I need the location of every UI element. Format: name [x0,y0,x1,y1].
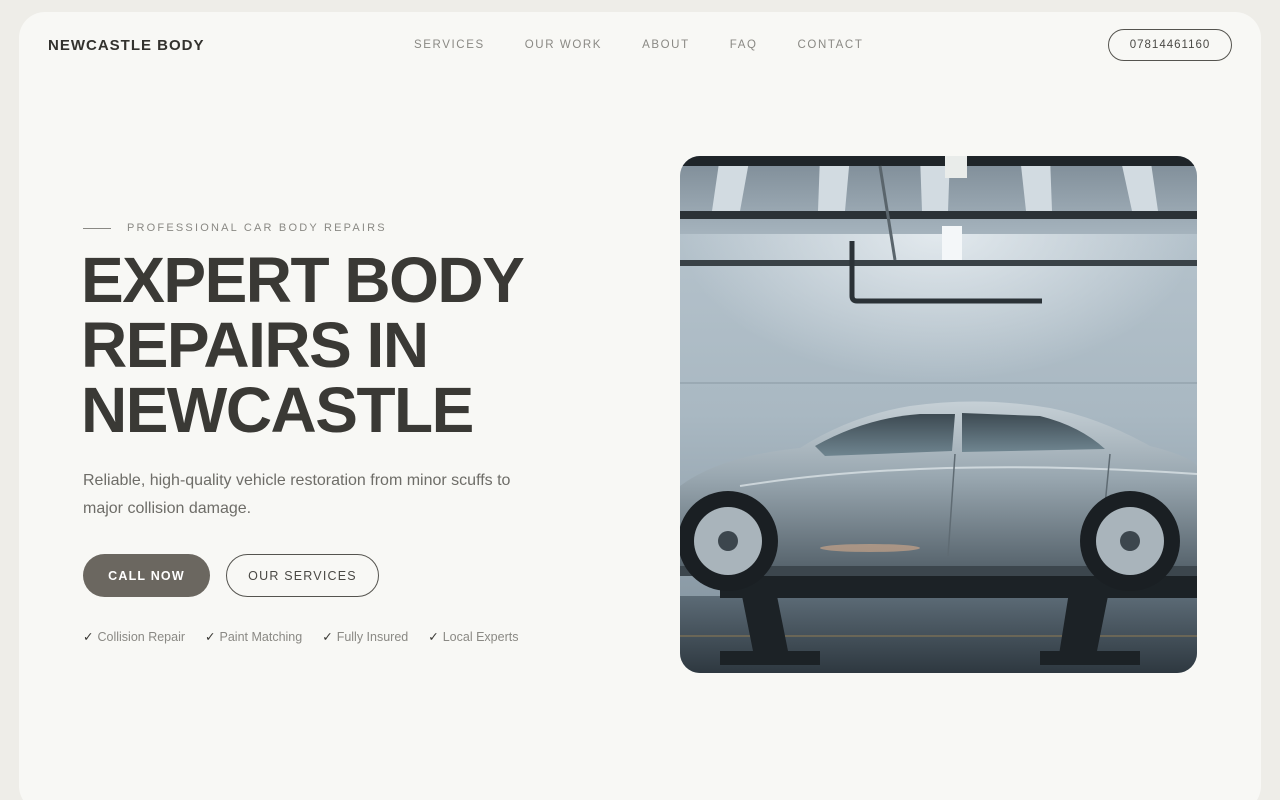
hero-headline: EXPERT BODY REPAIRS IN NEWCASTLE [81,248,601,443]
feature-item: ✓ Local Experts [428,629,518,644]
feature-label: Paint Matching [219,630,303,644]
phone-button[interactable]: 07814461160 [1108,29,1232,61]
nav-item-services[interactable]: SERVICES [414,39,485,51]
eyebrow-divider [83,227,111,229]
nav-item-our-work[interactable]: OUR WORK [525,39,602,51]
call-now-button[interactable]: CALL NOW [83,554,210,597]
feature-label: Local Experts [442,630,519,644]
feature-item: ✓ Collision Repair [83,629,185,644]
nav-item-faq[interactable]: FAQ [730,39,758,51]
feature-list: ✓ Collision Repair ✓ Paint Matching ✓ Fully… [83,629,538,644]
main-nav: SERVICES OUR WORK ABOUT FAQ CONTACT [414,39,903,51]
eyebrow-text: PROFESSIONAL CAR BODY REPAIRS [127,222,387,234]
hero-eyebrow: PROFESSIONAL CAR BODY REPAIRS [83,222,387,234]
headline-line-1: EXPERT BODY [81,244,525,316]
feature-item: ✓ Paint Matching [205,629,302,644]
nav-item-contact[interactable]: CONTACT [798,39,864,51]
check-icon: ✓ [322,630,333,644]
nav-item-about[interactable]: ABOUT [642,39,690,51]
feature-item: ✓ Fully Insured [322,629,408,644]
our-services-button[interactable]: OUR SERVICES [226,554,379,597]
car-on-lift-illustration [680,156,1197,673]
check-icon: ✓ [205,630,216,644]
headline-line-3: NEWCASTLE [81,374,474,446]
feature-label: Collision Repair [97,630,186,644]
hero-image [680,156,1197,673]
hero-subtext: Reliable, high-quality vehicle restorati… [83,472,511,517]
brand-logo[interactable]: NEWCASTLE BODY [48,37,205,54]
feature-label: Fully Insured [336,630,409,644]
headline-line-2: REPAIRS IN [81,309,429,381]
check-icon: ✓ [83,630,94,644]
check-icon: ✓ [428,630,439,644]
